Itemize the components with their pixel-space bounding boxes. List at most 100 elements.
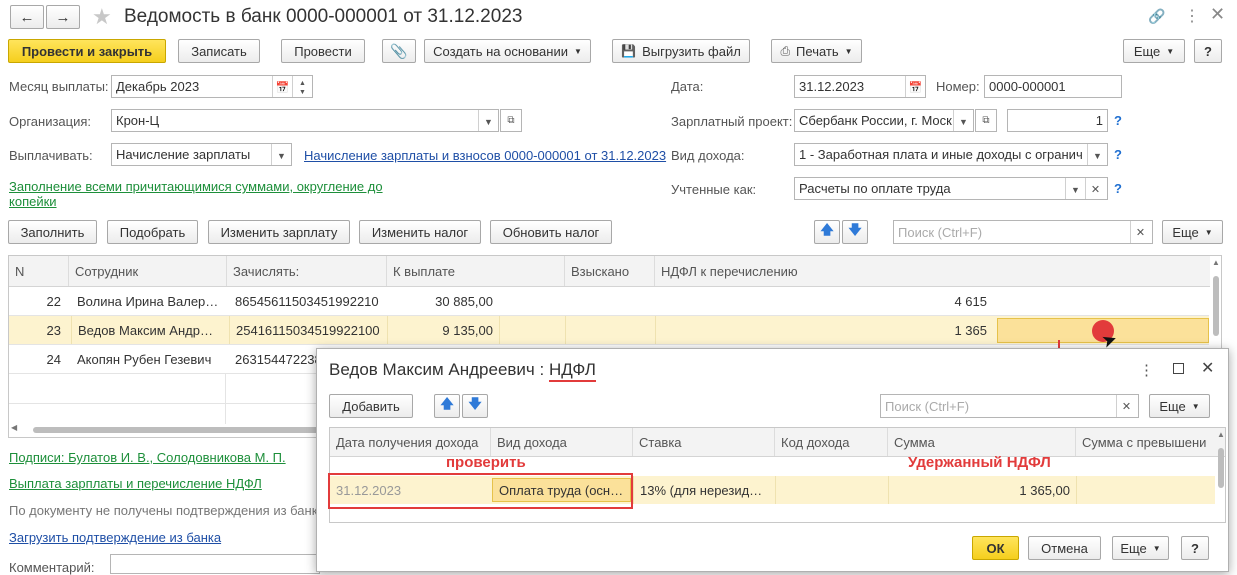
col-header[interactable]: Сумма	[888, 428, 1076, 456]
col-header[interactable]: Ставка	[633, 428, 775, 456]
scroll-left-arrow[interactable]: ◀	[11, 423, 17, 432]
col-header[interactable]: Взыскано	[565, 256, 655, 286]
scroll-thumb[interactable]	[1218, 448, 1224, 488]
export-file-button[interactable]: 💾 Выгрузить файл	[612, 39, 750, 63]
number-field[interactable]: 0000-000001	[984, 75, 1122, 98]
col-header[interactable]: Вид дохода	[491, 428, 633, 456]
dialog-help-button[interactable]: ?	[1181, 536, 1209, 560]
calendar-icon[interactable]: 📅	[905, 76, 925, 97]
month-label: Месяц выплаты:	[9, 79, 109, 94]
payout-link[interactable]: Выплата зарплаты и перечисление НДФЛ	[9, 476, 262, 491]
employee-name: Волина Ирина Валер…	[77, 293, 219, 309]
printer-icon: ⎙	[780, 43, 791, 58]
help-question-icon[interactable]: ?	[1114, 147, 1122, 162]
accrual-document-link[interactable]: Начисление зарплаты и взносов 0000-00000…	[304, 148, 666, 163]
scroll-up-arrow[interactable]: ▲	[1217, 430, 1225, 439]
favorite-star-icon[interactable]: ★	[92, 4, 112, 30]
chevron-down-icon[interactable]: ▼	[1087, 144, 1107, 165]
add-button[interactable]: Добавить	[329, 394, 413, 418]
change-tax-button[interactable]: Изменить налог	[359, 220, 481, 244]
table-row[interactable]: 22 Волина Ирина Валер… 86545611503451992…	[9, 287, 1209, 316]
change-salary-button[interactable]: Изменить зарплату	[208, 220, 350, 244]
pay-field[interactable]: Начисление зарплаты ▼	[111, 143, 292, 166]
dialog-more-button[interactable]: Еще ▼	[1149, 394, 1210, 418]
clear-search-icon[interactable]: ✕	[1130, 221, 1150, 243]
dialog-more-button[interactable]: Еще ▼	[1112, 536, 1169, 560]
ndfl-sum-excess	[1076, 476, 1216, 504]
scroll-thumb[interactable]	[1213, 276, 1219, 336]
chevron-down-icon[interactable]: ▼	[478, 110, 498, 131]
col-header[interactable]: К выплате	[387, 256, 565, 286]
open-org-button[interactable]: ⧉	[500, 109, 522, 132]
column-divider	[225, 374, 226, 424]
maximize-icon[interactable]	[1173, 363, 1184, 374]
post-button[interactable]: Провести	[281, 39, 365, 63]
more-button[interactable]: Еще ▼	[1123, 39, 1185, 63]
horizontal-scrollbar[interactable]: ◀	[9, 423, 329, 434]
col-header[interactable]: Дата получения дохода	[330, 428, 491, 456]
clear-search-icon[interactable]: ✕	[1116, 395, 1136, 417]
chevron-down-icon[interactable]: ▼	[1065, 178, 1085, 199]
arrow-down-icon: 🡇	[468, 396, 482, 411]
open-project-button[interactable]: ⧉	[975, 109, 997, 132]
forward-button[interactable]: →	[46, 5, 80, 29]
col-header[interactable]: Код дохода	[775, 428, 888, 456]
dialog-search-input[interactable]: Поиск (Ctrl+F) ✕	[880, 394, 1139, 418]
month-field[interactable]: Декабрь 2023 📅 ▲ ▼	[111, 75, 313, 98]
col-header[interactable]: N	[9, 256, 69, 286]
col-header[interactable]: Сумма с превышени	[1076, 428, 1216, 456]
move-up-button[interactable]: 🡅	[814, 220, 840, 244]
col-header[interactable]: НДФЛ к перечислению	[655, 256, 1210, 286]
comment-field[interactable]	[110, 554, 320, 574]
scroll-up-arrow[interactable]: ▲	[1212, 258, 1220, 267]
paperclip-icon: 📎	[390, 42, 408, 59]
cancel-button[interactable]: Отмена	[1028, 536, 1101, 560]
ok-button[interactable]: ОК	[972, 536, 1019, 560]
move-up-button[interactable]: 🡅	[434, 394, 460, 418]
attach-button[interactable]: 📎	[382, 39, 416, 63]
move-down-button[interactable]: 🡇	[842, 220, 868, 244]
chevron-down-icon[interactable]: ▼	[953, 110, 973, 131]
table-row-selected[interactable]: 23 Ведов Максим Андр… 254161150345199221…	[9, 316, 1209, 345]
help-question-icon[interactable]: ?	[1114, 113, 1122, 128]
load-confirmation-link[interactable]: Загрузить подтверждение из банка	[9, 530, 221, 545]
month-stepper[interactable]: ▲ ▼	[292, 76, 312, 97]
vertical-scrollbar[interactable]: ▲	[1215, 428, 1225, 522]
post-and-close-button[interactable]: Провести и закрыть	[8, 39, 166, 63]
close-icon[interactable]: ✕	[1210, 4, 1225, 25]
move-down-button[interactable]: 🡇	[462, 394, 488, 418]
col-header[interactable]: Сотрудник	[69, 256, 227, 286]
more-dots-icon[interactable]: ⋮	[1184, 6, 1200, 26]
table-more-button[interactable]: Еще ▼	[1162, 220, 1223, 244]
signatures-link[interactable]: Подписи: Булатов И. В., Солодовникова М.…	[9, 450, 286, 465]
print-button[interactable]: ⎙ Печать ▼	[771, 39, 862, 63]
col-header[interactable]: Зачислять:	[227, 256, 387, 286]
table-search-input[interactable]: Поиск (Ctrl+F) ✕	[893, 220, 1153, 244]
org-field[interactable]: Крон-Ц ▼	[111, 109, 499, 132]
more-dots-icon[interactable]: ⋮	[1139, 361, 1154, 379]
income-field[interactable]: 1 - Заработная плата и иные доходы с огр…	[794, 143, 1108, 166]
create-based-button[interactable]: Создать на основании ▼	[424, 39, 591, 63]
date-field[interactable]: 31.12.2023 📅	[794, 75, 926, 98]
link-icon[interactable]: 🔗	[1148, 8, 1165, 25]
chevron-down-icon[interactable]: ▼	[271, 144, 291, 165]
fill-button[interactable]: Заполнить	[8, 220, 97, 244]
back-button[interactable]: ←	[10, 5, 44, 29]
counted-field[interactable]: Расчеты по оплате труда ▼ ✕	[794, 177, 1108, 200]
help-button[interactable]: ?	[1194, 39, 1222, 63]
scroll-thumb[interactable]	[33, 427, 323, 433]
project-field[interactable]: Сбербанк России, г. Моск ▼	[794, 109, 974, 132]
fill-mode-link[interactable]: Заполнение всеми причитающимися суммами,…	[9, 179, 383, 209]
arrow-up-icon: 🡅	[820, 222, 834, 237]
calendar-icon[interactable]: 📅	[272, 76, 292, 97]
chevron-down-icon: ▼	[1204, 227, 1213, 237]
org-label: Организация:	[9, 114, 92, 129]
project-count-field[interactable]: 1	[1007, 109, 1108, 132]
arrow-right-icon: →	[55, 8, 71, 26]
close-icon[interactable]: ✕	[1201, 358, 1214, 378]
update-tax-button[interactable]: Обновить налог	[490, 220, 612, 244]
help-question-icon[interactable]: ?	[1114, 181, 1122, 196]
clear-icon[interactable]: ✕	[1085, 178, 1105, 199]
pick-button[interactable]: Подобрать	[107, 220, 198, 244]
save-button[interactable]: Записать	[178, 39, 260, 63]
